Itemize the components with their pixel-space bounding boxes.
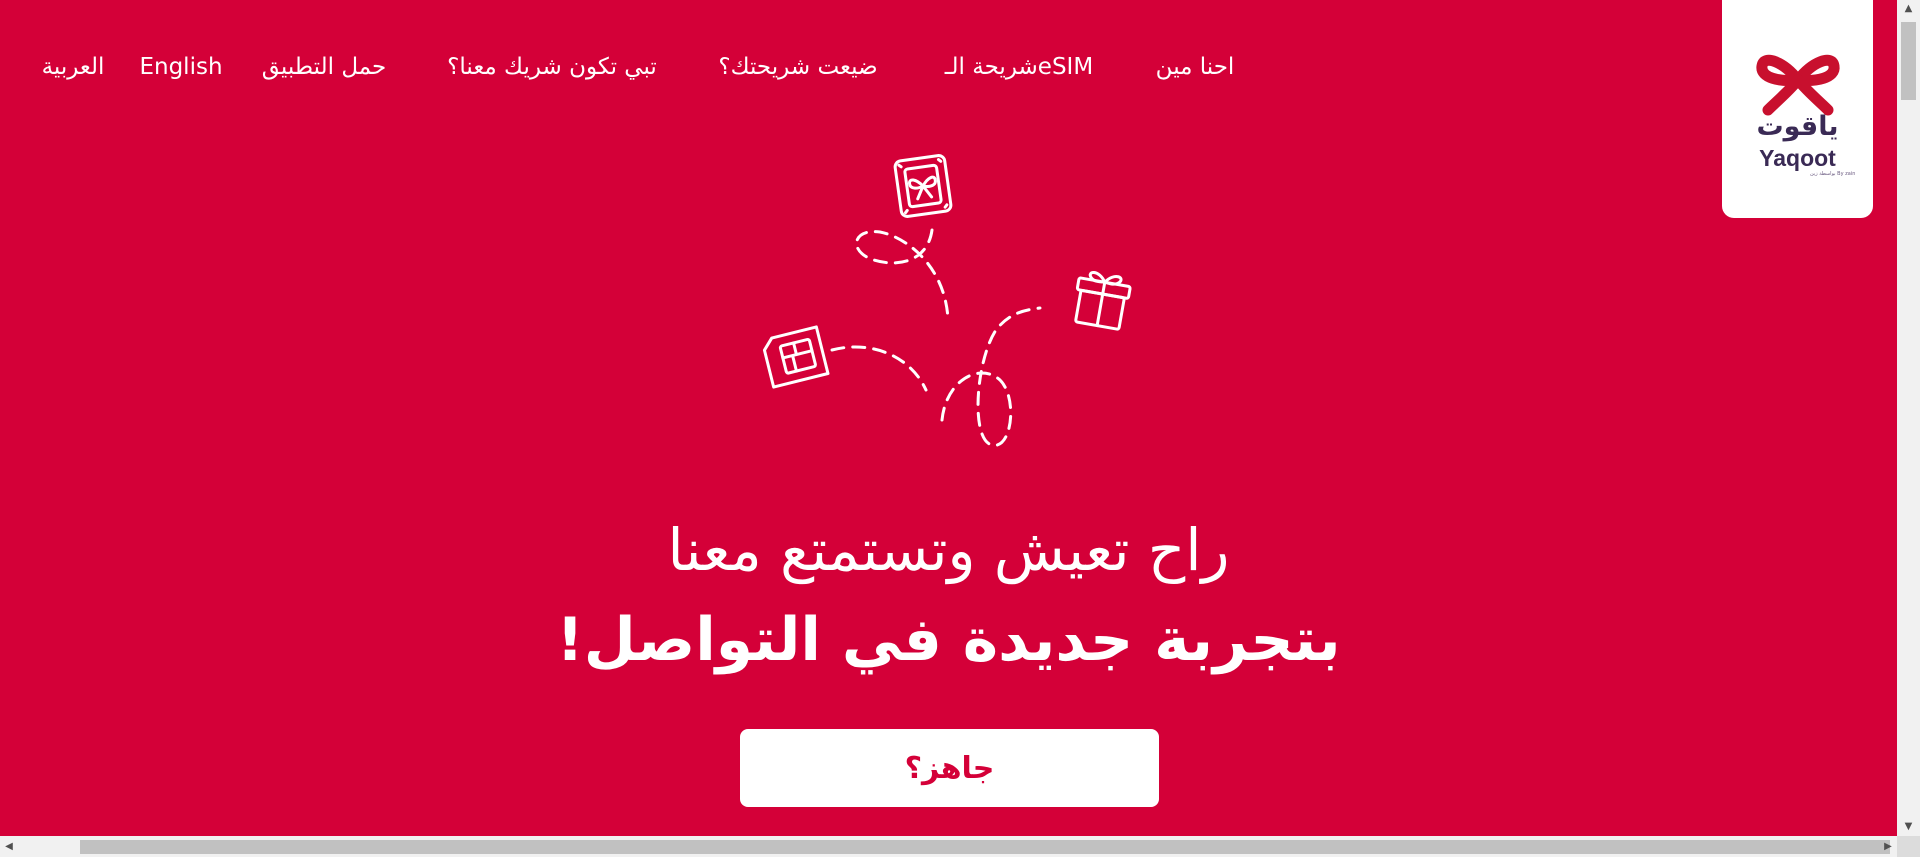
ready-cta-button[interactable]: جاهز؟: [740, 729, 1159, 807]
nav-item-about[interactable]: احنا مين: [1156, 50, 1235, 84]
logo-home-link[interactable]: ياقوت Yaqoot بواسطة زين By zain: [1722, 0, 1873, 218]
sim-card-icon: [762, 325, 830, 389]
nav-item-download-app[interactable]: حمل التطبيق: [262, 50, 387, 84]
scrollbar-corner: [1897, 836, 1920, 857]
scroll-down-icon[interactable]: ▼: [1897, 818, 1920, 836]
horizontal-scrollbar[interactable]: ◀ ▶: [0, 836, 1897, 857]
gift-icon: [1074, 270, 1132, 331]
esim-icon: [893, 154, 953, 218]
vertical-scroll-thumb[interactable]: [1901, 22, 1916, 100]
page: احنا مين شريحة الـeSIM ضيعت شريحتك؟ تبي …: [0, 0, 1897, 836]
scroll-up-icon[interactable]: ▲: [1897, 0, 1920, 18]
vertical-scrollbar[interactable]: ▲ ▼: [1897, 0, 1920, 836]
nav-item-esim[interactable]: شريحة الـeSIM: [945, 50, 1093, 84]
nav-item-lost-sim[interactable]: ضيعت شريحتك؟: [718, 50, 877, 84]
scroll-left-icon[interactable]: ◀: [0, 836, 18, 857]
bow-logo-icon: [1756, 54, 1840, 116]
nav-item-partner[interactable]: تبي تكون شريك معنا؟: [447, 50, 657, 84]
logo-arabic-text: ياقوت: [1756, 111, 1839, 142]
hero-headline-line2: بتجربة جديدة في التواصل!: [556, 605, 1341, 675]
language-arabic[interactable]: العربية: [42, 50, 105, 84]
horizontal-scroll-thumb[interactable]: [80, 840, 1890, 854]
hero-headline-line1: راح تعيش وتستمتع معنا: [667, 516, 1230, 584]
scroll-right-icon[interactable]: ▶: [1879, 836, 1897, 857]
language-english[interactable]: English: [139, 50, 222, 84]
hero-illustration: [762, 154, 1132, 447]
logo-tagline: بواسطة زين By zain: [1810, 171, 1856, 177]
logo-english-text: Yaqoot: [1759, 145, 1836, 171]
